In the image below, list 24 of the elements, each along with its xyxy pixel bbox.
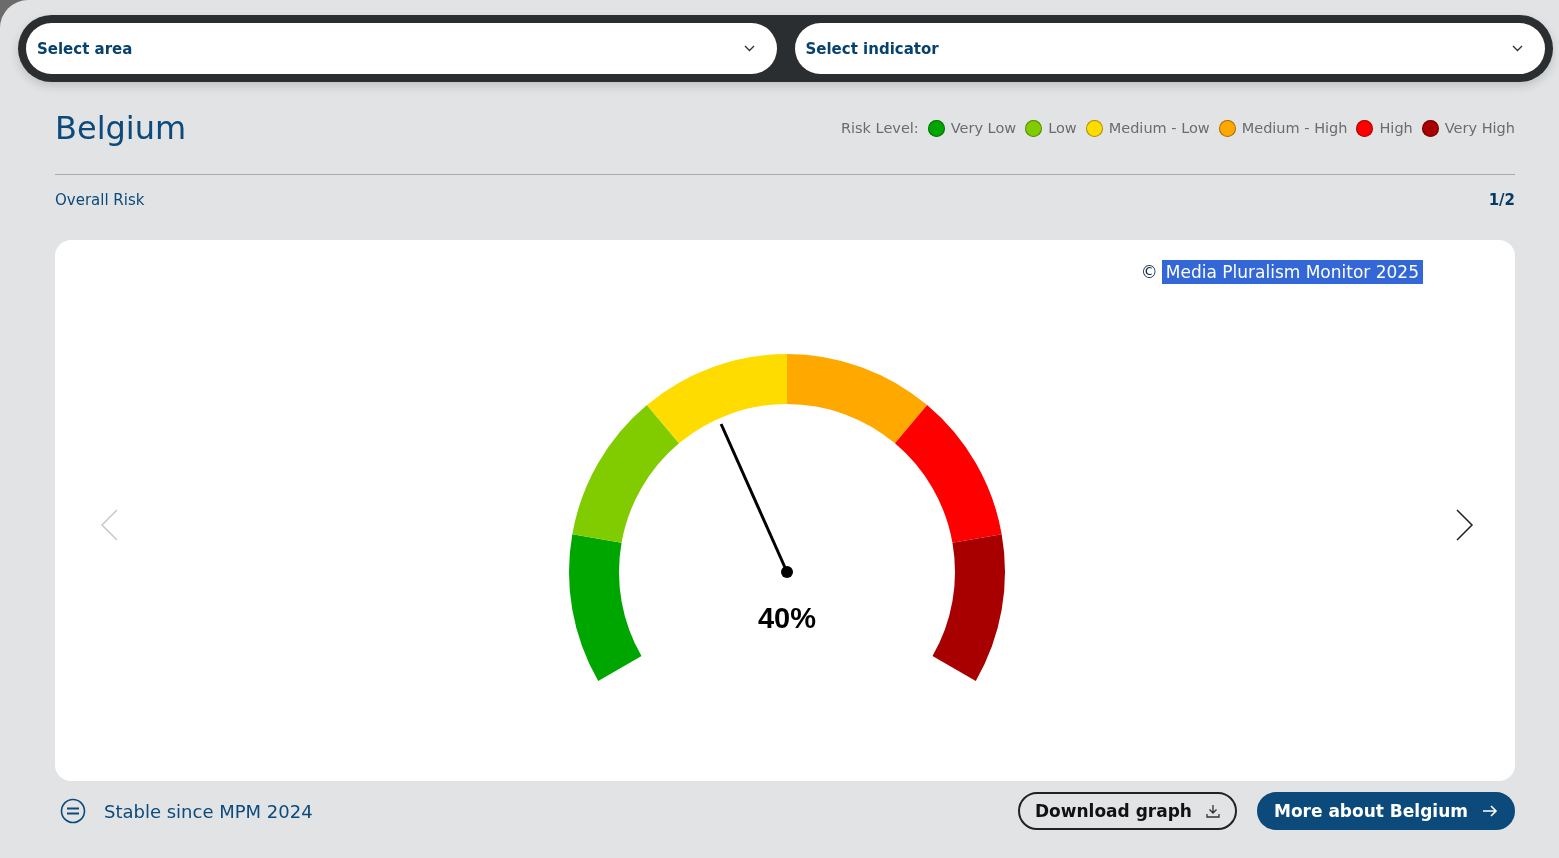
trend-text: Stable since MPM 2024 <box>104 800 313 822</box>
legend-text: Medium - Low <box>1108 120 1210 136</box>
copyright-symbol: © <box>1140 262 1158 282</box>
download-button[interactable]: Download graph <box>1018 792 1237 830</box>
page-counter: 1/2 <box>1488 191 1515 209</box>
download-icon <box>1205 804 1220 818</box>
legend-text: High <box>1379 120 1413 136</box>
gauge-reading: 40% <box>758 602 816 634</box>
legend-text: Medium - High <box>1241 120 1348 136</box>
equals-circle-icon <box>60 798 86 824</box>
dropdown-select[interactable]: Select area <box>26 23 777 74</box>
page-title: Belgium <box>55 109 187 147</box>
section-label: Overall Risk <box>55 191 145 209</box>
legend-label: Risk Level: <box>840 120 919 136</box>
arrow-right-icon <box>1482 805 1498 817</box>
legend-text: Very Low <box>950 120 1017 136</box>
legend-text: Very High <box>1444 120 1515 136</box>
legend-text: Low <box>1048 120 1077 136</box>
next-arrow[interactable] <box>1455 508 1475 542</box>
copyright-text: Media Pluralism Monitor 2025 <box>1161 260 1423 284</box>
chevron-down-icon <box>1512 45 1523 52</box>
more-info-button[interactable]: More about Belgium <box>1256 792 1515 830</box>
chevron-down-icon <box>743 45 755 52</box>
dropdown-select[interactable]: Select indicator <box>794 23 1545 74</box>
